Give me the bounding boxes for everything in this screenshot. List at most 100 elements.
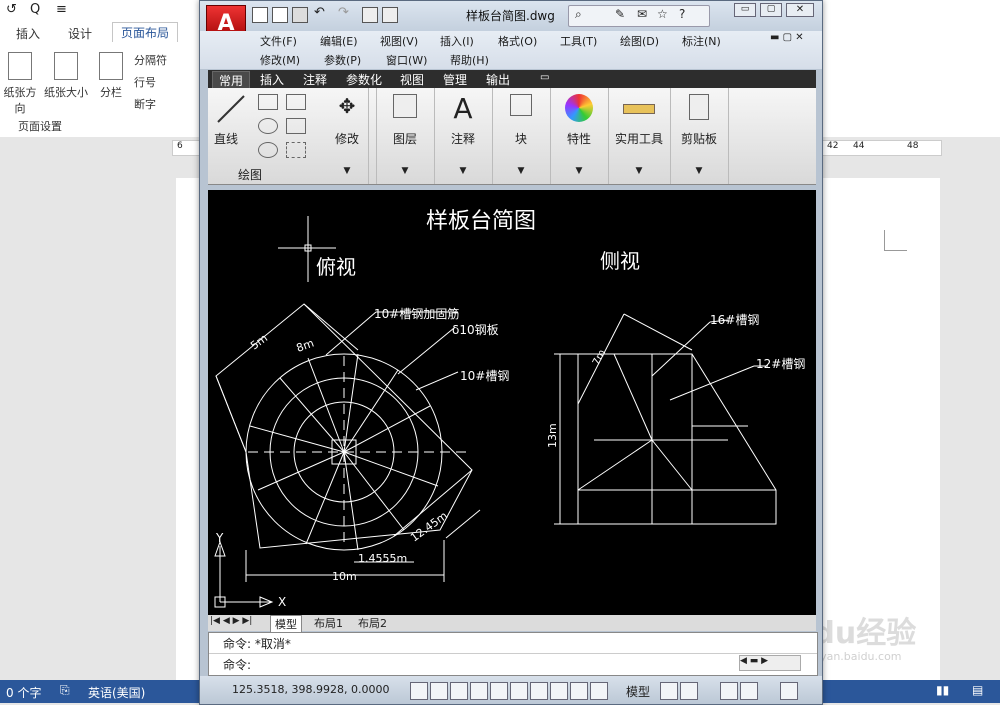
menu-parametric[interactable]: 参数(P)	[324, 52, 361, 68]
print-layout-icon[interactable]: ▤	[972, 683, 983, 697]
plot-icon[interactable]	[362, 7, 378, 23]
command-prompt[interactable]: 命令:	[223, 656, 251, 673]
columns-label: 分栏	[100, 86, 122, 99]
osnap-toggle-icon[interactable]	[490, 682, 508, 700]
grid-toggle-icon[interactable]	[430, 682, 448, 700]
dyn-toggle-icon[interactable]	[550, 682, 568, 700]
word-count[interactable]: 0 个字	[6, 684, 41, 701]
workspace-icon[interactable]	[382, 7, 398, 23]
ribbon-minimize-icon[interactable]: ▭	[540, 72, 549, 83]
menu-file[interactable]: 文件(F)	[260, 33, 297, 49]
ruler-number: 6	[177, 141, 183, 151]
favorites-icon[interactable]: ☆	[657, 7, 668, 21]
menu-edit[interactable]: 编辑(E)	[320, 33, 358, 49]
menu-dimension[interactable]: 标注(N)	[682, 33, 721, 49]
drawing-window-controls[interactable]: ▬ ▢ ✕	[770, 32, 804, 43]
print-preview-icon[interactable]: Q	[30, 2, 40, 17]
arc-icon[interactable]	[286, 94, 306, 110]
line-numbers-button[interactable]: 行号	[134, 74, 156, 90]
autocad-window[interactable]: ↶ ↷ 样板台简图.dwg ⌕ ✎ ✉ ☆ ? ▭ ▢ ✕ A 文件(F) 编辑…	[199, 0, 823, 705]
size-button[interactable]: 纸张大小	[42, 52, 90, 100]
menu-view[interactable]: 视图(V)	[380, 33, 418, 49]
clean-screen-icon[interactable]	[780, 682, 798, 700]
command-window[interactable]: 命令: *取消* 命令: ◀ ▬ ▶	[208, 632, 818, 676]
tab-page-layout[interactable]: 页面布局	[112, 22, 179, 42]
snap-toggle-icon[interactable]	[410, 682, 428, 700]
rectangle-icon[interactable]	[286, 118, 306, 134]
clipboard-panel[interactable]: 剪贴板 ▼	[670, 88, 729, 184]
tab-insert[interactable]: 插入	[16, 25, 40, 42]
open-file-icon[interactable]	[272, 7, 288, 23]
proofing-icon[interactable]: ⎘	[60, 683, 70, 698]
menu-format[interactable]: 格式(O)	[498, 33, 537, 49]
ribbon-tab-insert[interactable]: 插入	[260, 71, 284, 88]
columns-button[interactable]: 分栏	[96, 52, 126, 100]
save-icon[interactable]	[292, 7, 308, 23]
menu-window[interactable]: 窗口(W)	[386, 52, 427, 68]
utilities-panel[interactable]: 实用工具 ▼	[608, 88, 671, 184]
tab-model[interactable]: 模型	[270, 615, 302, 633]
language-indicator[interactable]: 英语(美国)	[88, 684, 145, 701]
orientation-button[interactable]: 纸张方向	[0, 52, 40, 116]
menu-tools[interactable]: 工具(T)	[560, 33, 597, 49]
binoculars-icon[interactable]: ⌕	[575, 7, 582, 22]
ribbon-tab-annotate[interactable]: 注释	[303, 71, 327, 88]
undo-icon[interactable]: ↺	[6, 2, 17, 17]
tab-navigation-icons[interactable]: |◀ ◀ ▶ ▶|	[210, 616, 252, 626]
annotation-panel[interactable]: A 注释 ▼	[434, 88, 493, 184]
otrack-toggle-icon[interactable]	[510, 682, 528, 700]
hyphenation-button[interactable]: 断字	[134, 96, 156, 112]
restore-button[interactable]: ▢	[760, 3, 782, 17]
workspace-switch-icon[interactable]	[740, 682, 758, 700]
layout-view-icon[interactable]	[660, 682, 678, 700]
line-label[interactable]: 直线	[214, 130, 238, 147]
ducs-toggle-icon[interactable]	[530, 682, 548, 700]
search-icon[interactable]: ✎	[615, 7, 625, 21]
undo-icon[interactable]: ↶	[314, 5, 325, 20]
hyphenation-label: 断字	[134, 98, 156, 111]
qp-toggle-icon[interactable]	[590, 682, 608, 700]
command-scrollbar[interactable]: ◀ ▬ ▶	[739, 655, 801, 671]
ruler-number: 44	[853, 141, 865, 151]
menu-insert[interactable]: 插入(I)	[440, 33, 474, 49]
menu-modify[interactable]: 修改(M)	[260, 52, 300, 68]
ellipse-icon[interactable]	[258, 142, 278, 158]
circle-icon[interactable]	[258, 118, 278, 134]
draw-panel-label[interactable]: 绘图	[238, 166, 262, 183]
read-mode-icon[interactable]: ▮▮	[936, 683, 949, 697]
redo-icon[interactable]: ↷	[338, 5, 349, 20]
polar-toggle-icon[interactable]	[470, 682, 488, 700]
menu-help[interactable]: 帮助(H)	[450, 52, 489, 68]
close-button[interactable]: ✕	[786, 3, 814, 17]
layout-tabs: |◀ ◀ ▶ ▶| 模型 布局1 布局2	[208, 615, 816, 633]
hatch-icon[interactable]	[286, 142, 306, 158]
ortho-toggle-icon[interactable]	[450, 682, 468, 700]
drawing-canvas[interactable]: 样板台简图 俯视 侧视 10#槽钢加固筋 δ10钢板 10#槽钢 16#槽钢 1…	[208, 190, 816, 615]
model-space-label[interactable]: 模型	[626, 683, 650, 700]
tab-layout2[interactable]: 布局2	[354, 615, 391, 631]
side-view-label: 侧视	[600, 249, 640, 273]
block-panel[interactable]: 块 ▼	[492, 88, 551, 184]
ribbon-tab-manage[interactable]: 管理	[443, 71, 467, 88]
ribbon-tab-output[interactable]: 输出	[486, 71, 510, 88]
tab-design[interactable]: 设计	[68, 25, 92, 42]
ribbon-tab-parametric[interactable]: 参数化	[346, 71, 382, 88]
help-icon[interactable]: ?	[679, 7, 685, 21]
tab-layout1[interactable]: 布局1	[310, 615, 347, 631]
annotation-scale-icon[interactable]	[720, 682, 738, 700]
polyline-icon[interactable]	[258, 94, 278, 110]
breaks-button[interactable]: 分隔符	[134, 52, 167, 68]
properties-panel[interactable]: 特性 ▼	[550, 88, 609, 184]
menu-draw[interactable]: 绘图(D)	[620, 33, 659, 49]
ribbon-tab-view[interactable]: 视图	[400, 71, 424, 88]
coordinate-readout[interactable]: 125.3518, 398.9928, 0.0000	[232, 683, 389, 696]
communication-icon[interactable]: ✉	[637, 7, 647, 21]
customize-icon[interactable]: ≡	[56, 2, 67, 17]
line-icon[interactable]	[216, 94, 246, 124]
layers-panel[interactable]: 图层 ▼	[376, 88, 435, 184]
lineweight-toggle-icon[interactable]	[570, 682, 588, 700]
viewport-icon[interactable]	[680, 682, 698, 700]
minimize-button[interactable]: ▭	[734, 3, 756, 17]
modify-panel[interactable]: ✥ 修改 ▼	[318, 88, 377, 184]
new-file-icon[interactable]	[252, 7, 268, 23]
